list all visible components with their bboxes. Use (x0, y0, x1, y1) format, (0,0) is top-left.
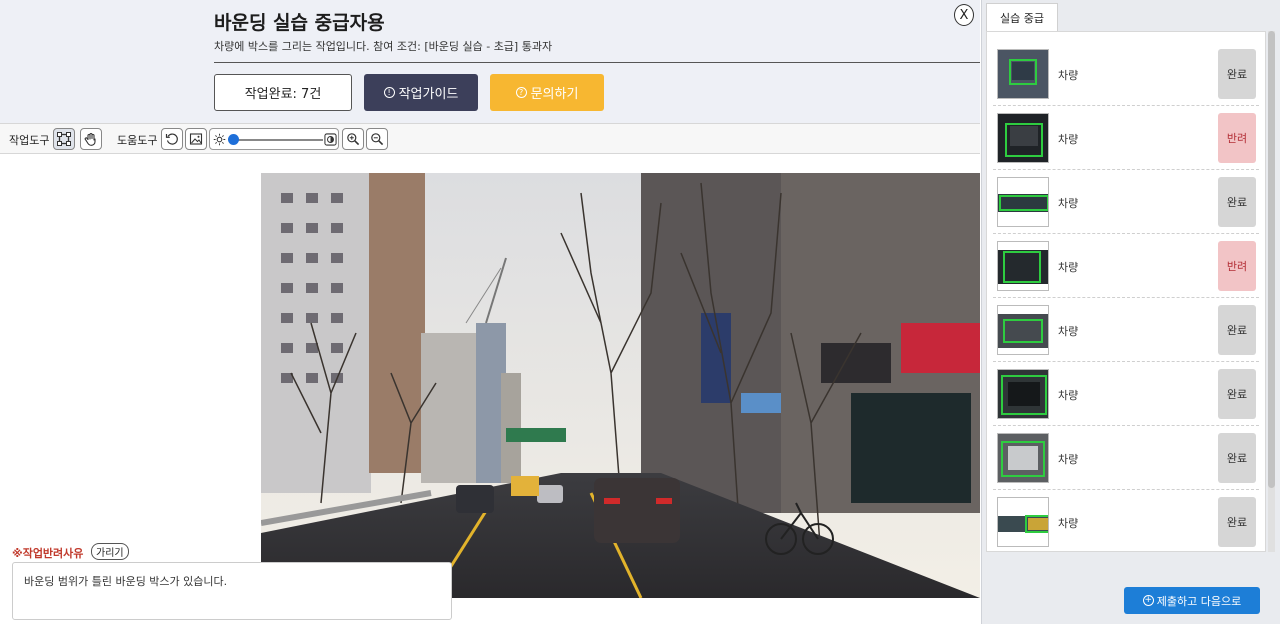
list-scrollbar[interactable] (1268, 31, 1275, 552)
item-label: 차량 (1058, 325, 1079, 338)
sample-thumbnail (997, 369, 1049, 419)
sun-icon (213, 133, 226, 146)
item-label: 차량 (1058, 389, 1079, 402)
status-badge[interactable]: 완료 (1218, 177, 1256, 227)
list-item[interactable]: 차량 완료 (993, 490, 1259, 551)
image-icon (189, 133, 203, 145)
hand-tool-button[interactable] (80, 128, 102, 150)
status-badge[interactable]: 반려 (1218, 113, 1256, 163)
item-label: 차량 (1058, 69, 1079, 82)
submit-next-button[interactable]: + 제출하고 다음으로 (1124, 587, 1260, 614)
labeling-canvas[interactable] (261, 173, 980, 598)
zoom-out-icon (371, 133, 384, 146)
work-tools-label: 작업도구 (9, 134, 50, 147)
status-badge[interactable]: 완료 (1218, 433, 1256, 483)
list-item[interactable]: 차량 완료 (993, 170, 1259, 234)
inquiry-button[interactable]: ? 문의하기 (490, 74, 604, 111)
list-item[interactable]: 차량 완료 (993, 362, 1259, 426)
task-description: 차량에 박스를 그리는 작업입니다. 참여 조건: [바운딩 실습 - 초급] … (214, 40, 553, 53)
rotate-icon (165, 133, 178, 145)
street-photo (261, 173, 980, 598)
item-label: 차량 (1058, 517, 1079, 530)
item-label: 차량 (1058, 261, 1079, 274)
image-button[interactable] (185, 128, 207, 150)
tab-practice-intermediate[interactable]: 실습 중급 (986, 3, 1058, 32)
slider-thumb[interactable] (228, 134, 239, 145)
sample-thumbnail (997, 113, 1049, 163)
reject-reason-text: 바운딩 범위가 틀린 바운딩 박스가 있습니다. (12, 562, 452, 620)
info-icon: ! (383, 87, 395, 98)
inquiry-label: 문의하기 (530, 87, 579, 102)
header-divider (214, 62, 980, 63)
zoom-in-button[interactable] (342, 128, 364, 150)
reject-reason-label: ※작업반려사유 (12, 547, 84, 560)
status-badge[interactable]: 완료 (1218, 497, 1256, 547)
zoom-out-button[interactable] (366, 128, 388, 150)
zoom-in-icon (347, 133, 360, 146)
question-icon: ? (515, 87, 527, 98)
status-badge[interactable]: 완료 (1218, 305, 1256, 355)
work-guide-button[interactable]: ! 작업가이드 (364, 74, 478, 111)
side-panel: 실습 중급 차량 완료 차량 반려 차량 완료 차량 반려 차량 완료 차량 완… (981, 0, 1280, 624)
list-item[interactable]: 차량 완료 (993, 426, 1259, 490)
sample-list: 차량 완료 차량 반려 차량 완료 차량 반려 차량 완료 차량 완료 차량 완… (986, 31, 1266, 552)
labeling-app: 바운딩 실습 중급자용 차량에 박스를 그리는 작업입니다. 참여 조건: [바… (0, 0, 1280, 624)
sample-thumbnail (997, 241, 1049, 291)
sample-thumbnail (997, 177, 1049, 227)
status-badge[interactable]: 반려 (1218, 241, 1256, 291)
list-item[interactable]: 차량 완료 (993, 298, 1259, 362)
item-label: 차량 (1058, 197, 1079, 210)
work-complete-button[interactable]: 작업완료: 7건 (214, 74, 352, 111)
plus-circle-icon: + (1142, 595, 1154, 606)
bbox-tool-button[interactable] (53, 128, 75, 150)
bbox-icon (57, 132, 71, 146)
item-label: 차량 (1058, 133, 1079, 146)
rotate-button[interactable] (161, 128, 183, 150)
close-button[interactable]: X (954, 4, 974, 26)
list-item[interactable]: 차량 반려 (993, 234, 1259, 298)
scroll-thumb[interactable] (1268, 31, 1275, 488)
brightness-reset-icon[interactable] (324, 133, 337, 146)
submit-next-label: 제출하고 다음으로 (1156, 594, 1242, 608)
toolbar: 작업도구 도움도구 (0, 123, 980, 154)
sample-thumbnail (997, 497, 1049, 547)
work-guide-label: 작업가이드 (398, 87, 459, 102)
sample-thumbnail (997, 305, 1049, 355)
help-tools-label: 도움도구 (117, 134, 158, 147)
sample-thumbnail (997, 433, 1049, 483)
hide-reason-button[interactable]: 가리기 (91, 543, 129, 560)
hand-icon (84, 132, 96, 146)
sample-thumbnail (997, 49, 1049, 99)
status-badge[interactable]: 완료 (1218, 369, 1256, 419)
brightness-slider[interactable] (209, 128, 339, 150)
task-header: 바운딩 실습 중급자용 차량에 박스를 그리는 작업입니다. 참여 조건: [바… (0, 0, 980, 123)
slider-track (233, 139, 323, 141)
list-item[interactable]: 차량 반려 (993, 106, 1259, 170)
status-badge[interactable]: 완료 (1218, 49, 1256, 99)
list-item[interactable]: 차량 완료 (993, 42, 1259, 106)
item-label: 차량 (1058, 453, 1079, 466)
page-title: 바운딩 실습 중급자용 (214, 12, 385, 34)
